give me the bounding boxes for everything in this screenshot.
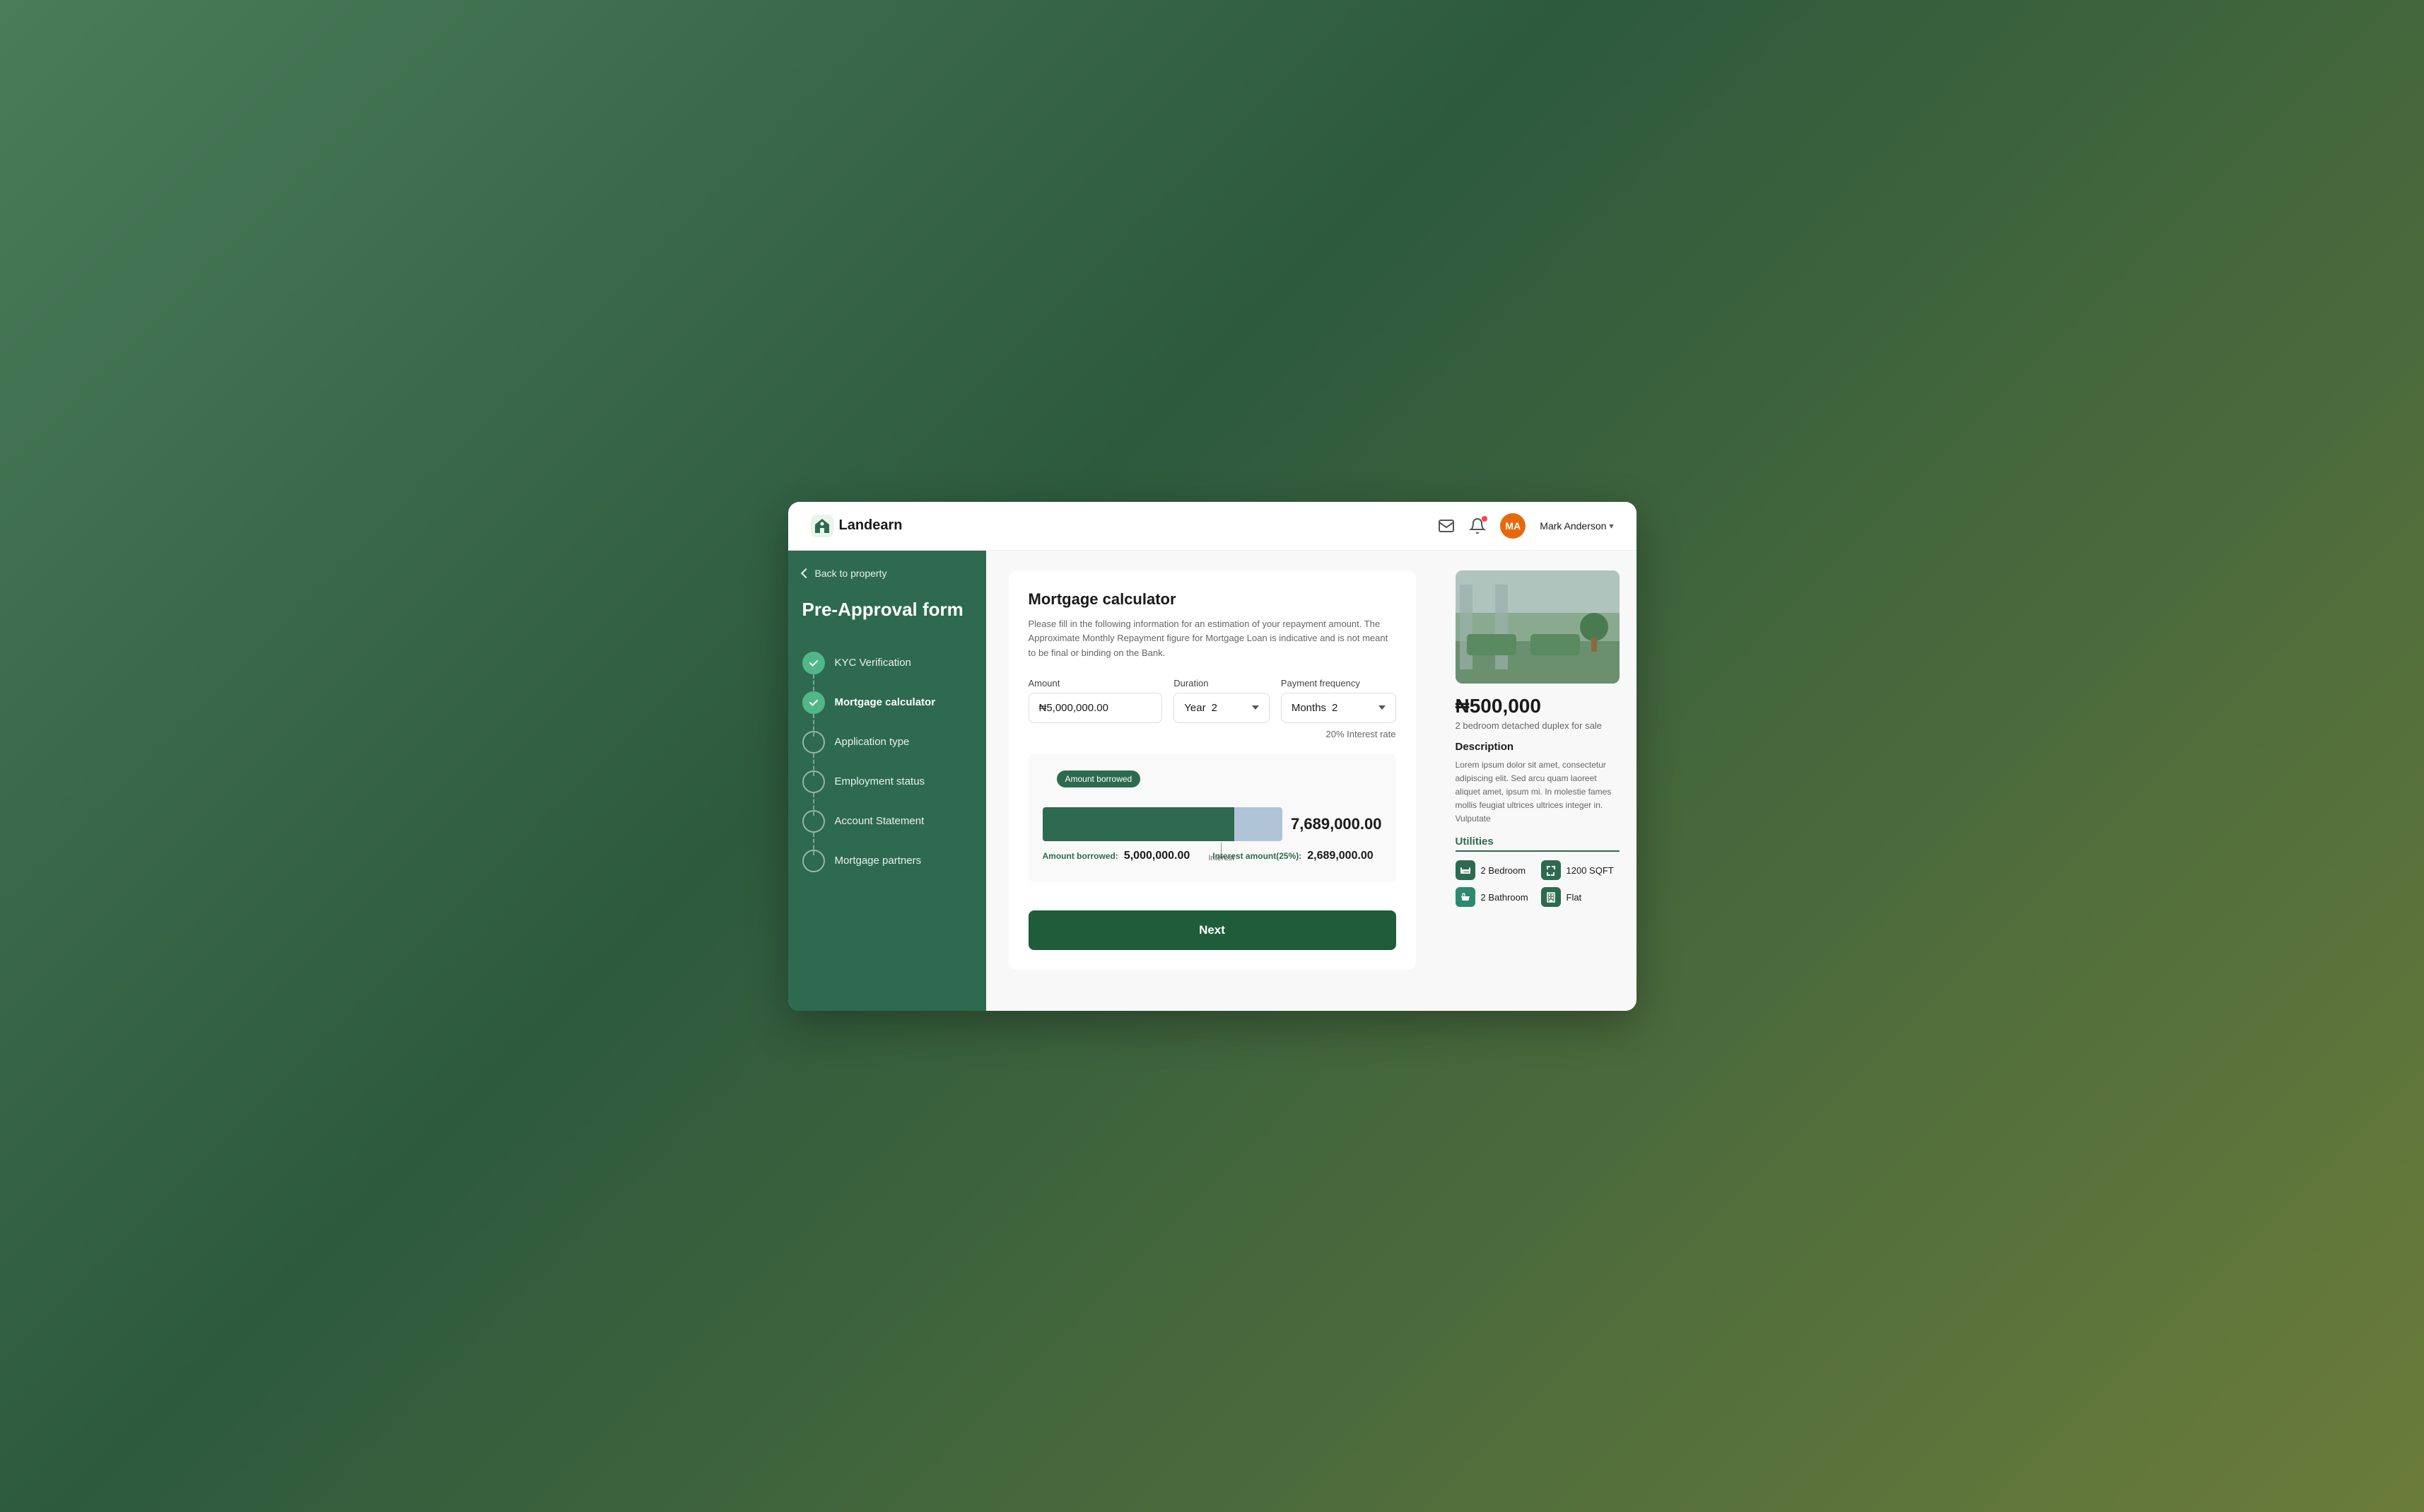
main-layout: Back to property Pre-Approval form KYC V… <box>788 551 1637 1011</box>
utility-bedroom: 2 Bedroom <box>1456 860 1534 880</box>
utility-flat: Flat <box>1541 887 1620 907</box>
frequency-unit: Months <box>1292 702 1326 714</box>
sidebar: Back to property Pre-Approval form KYC V… <box>788 551 986 1011</box>
step-label-mortgage: Mortgage calculator <box>835 696 936 708</box>
calculator-title: Mortgage calculator <box>1029 590 1396 609</box>
notification-dot <box>1482 516 1487 522</box>
frequency-chevron-icon <box>1378 705 1386 710</box>
chart-bar-track: Interest <box>1043 807 1283 841</box>
chart-bar-container: Interest 7,689,000.00 <box>1043 807 1382 841</box>
duration-group: Duration Year 2 <box>1173 678 1270 723</box>
sidebar-title: Pre-Approval form <box>802 599 972 621</box>
calculator-description: Please fill in the following information… <box>1029 617 1396 661</box>
logo-icon <box>811 515 833 537</box>
chart-total: 7,689,000.00 <box>1291 815 1381 833</box>
step-circle-application <box>802 731 825 754</box>
interest-amount-value: 2,689,000.00 <box>1307 850 1373 862</box>
duration-label: Duration <box>1173 678 1270 688</box>
logo: Landearn <box>811 515 903 537</box>
duration-select[interactable]: Year 2 <box>1173 693 1270 723</box>
duration-value: 2 <box>1212 702 1217 714</box>
interest-line <box>1221 843 1222 854</box>
step-circle-kyc <box>802 652 825 674</box>
back-button[interactable]: Back to property <box>802 568 972 579</box>
summary-interest: Interest amount(25%): 2,689,000.00 <box>1212 850 1373 862</box>
amount-borrowed-value: 5,000,000.00 <box>1124 850 1190 862</box>
bath-icon <box>1456 887 1475 907</box>
duration-chevron-icon <box>1252 705 1259 710</box>
property-image-bg <box>1456 570 1620 684</box>
step-item-account[interactable]: Account Statement <box>802 802 972 841</box>
calculator-card: Mortgage calculator Please fill in the f… <box>1009 570 1416 970</box>
step-label-employment: Employment status <box>835 775 925 787</box>
frequency-select[interactable]: Months 2 <box>1281 693 1396 723</box>
step-circle-account <box>802 810 825 833</box>
step-item-application[interactable]: Application type <box>802 722 972 762</box>
description-text: Lorem ipsum dolor sit amet, consectetur … <box>1456 758 1620 826</box>
amount-label: Amount <box>1029 678 1163 688</box>
interest-marker: Interest <box>1208 843 1234 862</box>
utility-flat-label: Flat <box>1567 892 1582 903</box>
chart-tooltip: Amount borrowed <box>1057 770 1141 787</box>
amount-group: Amount <box>1029 678 1163 723</box>
duration-unit: Year <box>1184 702 1205 714</box>
step-list: KYC Verification Mortgage calculator App… <box>802 643 972 881</box>
description-title: Description <box>1456 741 1620 753</box>
header-right: MA Mark Anderson ▾ <box>1438 513 1613 539</box>
utility-bathroom-label: 2 Bathroom <box>1481 892 1528 903</box>
utilities-grid: 2 Bedroom 1200 SQFT <box>1456 860 1620 907</box>
step-circle-mortgage <box>802 691 825 714</box>
building-icon <box>1541 887 1561 907</box>
back-arrow-icon <box>800 568 810 578</box>
step-circle-employment <box>802 770 825 793</box>
frequency-value: 2 <box>1332 702 1337 714</box>
chart-section: Amount borrowed Interest 7,689,000.00 <box>1029 754 1396 882</box>
utilities-title: Utilities <box>1456 836 1620 852</box>
step-circle-partners <box>802 850 825 872</box>
bed-icon <box>1456 860 1475 880</box>
chart-bar-fill <box>1043 807 1235 841</box>
utility-bathroom: 2 Bathroom <box>1456 887 1534 907</box>
property-short-desc: 2 bedroom detached duplex for sale <box>1456 720 1620 731</box>
user-chevron-icon: ▾ <box>1609 521 1613 531</box>
chart-bar-interest <box>1234 807 1282 841</box>
step-label-partners: Mortgage partners <box>835 855 922 867</box>
content-area: Mortgage calculator Please fill in the f… <box>986 551 1439 1011</box>
property-image <box>1456 570 1620 684</box>
utility-sqft-label: 1200 SQFT <box>1567 865 1614 876</box>
step-label-account: Account Statement <box>835 815 925 827</box>
step-label-application: Application type <box>835 736 910 748</box>
interest-rate: 20% Interest rate <box>1029 729 1396 739</box>
property-price: ₦500,000 <box>1456 695 1620 717</box>
interest-label: Interest <box>1208 854 1234 862</box>
avatar: MA <box>1500 513 1526 539</box>
frequency-label: Payment frequency <box>1281 678 1396 688</box>
utility-bedroom-label: 2 Bedroom <box>1481 865 1526 876</box>
summary-borrowed: Amount borrowed: 5,000,000.00 <box>1043 850 1190 862</box>
sqft-icon <box>1541 860 1561 880</box>
right-panel: ₦500,000 2 bedroom detached duplex for s… <box>1439 551 1637 1011</box>
step-label-kyc: KYC Verification <box>835 657 911 669</box>
step-item-kyc[interactable]: KYC Verification <box>802 643 972 683</box>
amount-input[interactable] <box>1029 693 1163 723</box>
step-item-mortgage[interactable]: Mortgage calculator <box>802 683 972 722</box>
amount-borrowed-label: Amount borrowed: <box>1043 851 1118 861</box>
next-button[interactable]: Next <box>1029 910 1396 950</box>
header: Landearn MA Mark Anderson ▾ <box>788 502 1637 551</box>
frequency-group: Payment frequency Months 2 <box>1281 678 1396 723</box>
mail-icon[interactable] <box>1438 517 1455 534</box>
app-container: Landearn MA Mark Anderson ▾ <box>788 502 1637 1011</box>
utility-sqft: 1200 SQFT <box>1541 860 1620 880</box>
logo-text: Landearn <box>839 517 903 534</box>
back-label: Back to property <box>815 568 887 579</box>
user-menu[interactable]: Mark Anderson ▾ <box>1540 520 1613 532</box>
step-item-partners[interactable]: Mortgage partners <box>802 841 972 881</box>
user-name: Mark Anderson <box>1540 520 1606 532</box>
step-item-employment[interactable]: Employment status <box>802 762 972 802</box>
notification-icon[interactable] <box>1469 517 1486 534</box>
form-row: Amount Duration Year 2 <box>1029 678 1396 723</box>
